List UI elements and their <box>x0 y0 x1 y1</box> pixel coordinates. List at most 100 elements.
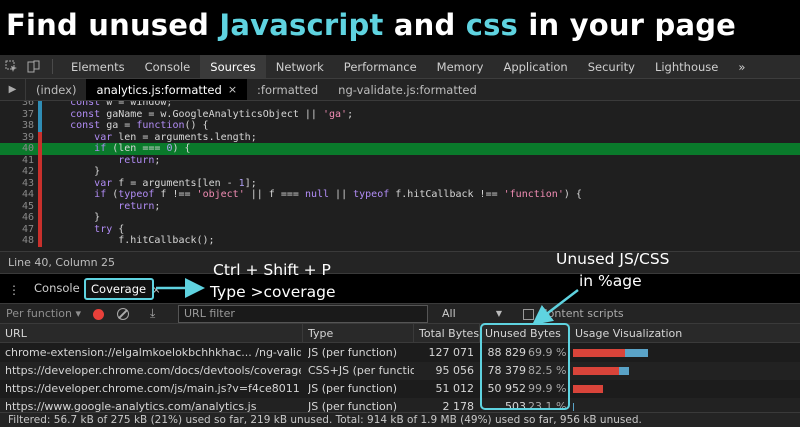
type-filter-select[interactable]: All ▼ <box>436 305 508 323</box>
cell-total-bytes: 51 012 <box>435 382 475 395</box>
tab-security[interactable]: Security <box>578 55 645 78</box>
tab-lighthouse[interactable]: Lighthouse <box>645 55 728 78</box>
line-number[interactable]: 45 <box>0 201 34 213</box>
record-icon[interactable] <box>93 309 104 320</box>
headline: Find unused Javascript and css in your p… <box>0 0 800 55</box>
line-number[interactable]: 36 <box>0 101 34 109</box>
code-editor[interactable]: 36 const w = window; 37 const gaName = w.… <box>0 101 800 251</box>
clear-icon[interactable] <box>117 308 129 320</box>
chevron-down-icon: ▼ <box>495 309 502 318</box>
line-number[interactable]: 48 <box>0 235 34 247</box>
url-filter-input[interactable]: URL filter <box>178 305 428 323</box>
cell-total-bytes: 127 071 <box>428 346 475 359</box>
line-number[interactable]: 41 <box>0 155 34 167</box>
code-line[interactable]: 47 try { <box>0 223 800 236</box>
drawer-tabs: ⋮ Console Coverage × <box>0 273 800 303</box>
col-usage-visualization[interactable]: Usage Visualization <box>570 324 800 343</box>
inspect-element-icon[interactable] <box>0 55 22 78</box>
code-line[interactable]: 37 const gaName = w.GoogleAnalyticsObjec… <box>0 108 800 121</box>
code-line[interactable]: 40 if (len === 0) { <box>0 143 800 155</box>
annotation-shortcut: Ctrl + Shift + P <box>213 261 331 279</box>
tab-network[interactable]: Network <box>266 55 334 78</box>
usage-bar <box>573 349 648 357</box>
line-number[interactable]: 40 <box>0 143 34 155</box>
coverage-marker <box>38 189 42 201</box>
line-number[interactable]: 43 <box>0 178 34 190</box>
code-line[interactable]: 36 const w = window; <box>0 101 800 109</box>
sources-file-tabs: ▶ (index) analytics.js:formatted × :forma… <box>0 79 800 101</box>
file-tab-analytics[interactable]: analytics.js:formatted × <box>86 79 248 100</box>
line-number[interactable]: 46 <box>0 212 34 224</box>
cell-url: chrome-extension://elgalmkoelokbchhkhac.… <box>5 346 301 359</box>
cell-url: https://developer.chrome.com/js/main.js?… <box>5 382 300 395</box>
file-tab-index[interactable]: (index) <box>26 79 86 100</box>
drawer-tab-console[interactable]: Console <box>34 274 80 303</box>
usage-bar <box>573 367 630 375</box>
cell-total-bytes: 95 056 <box>435 364 475 377</box>
tab-performance[interactable]: Performance <box>334 55 427 78</box>
tab-elements[interactable]: Elements <box>61 55 135 78</box>
cell-type: CSS+JS (per function) <box>308 364 414 377</box>
usage-bar-used <box>625 349 648 357</box>
code-text: } <box>46 212 101 223</box>
tab-memory[interactable]: Memory <box>427 55 494 78</box>
toggle-navigator-icon[interactable]: ▶ <box>0 79 26 100</box>
more-tabs-icon[interactable]: » <box>728 55 755 78</box>
headline-highlight-css: css <box>465 8 519 42</box>
col-total-bytes[interactable]: Total Bytes <box>414 324 480 343</box>
coverage-summary: Filtered: 56.7 kB of 275 kB (21%) used s… <box>0 412 800 427</box>
drawer-tab-coverage[interactable]: Coverage × <box>84 278 161 300</box>
line-number[interactable]: 37 <box>0 109 34 121</box>
headline-part3: in your page <box>518 8 737 42</box>
file-tab-ng-validate[interactable]: ng-validate.js:formatted <box>328 79 487 100</box>
table-row[interactable]: chrome-extension://elgalmkoelokbchhkhac.… <box>0 344 800 362</box>
code-text: } <box>46 166 101 177</box>
content-scripts-checkbox[interactable] <box>523 309 534 320</box>
code-line[interactable]: 41 return; <box>0 154 800 167</box>
line-number[interactable]: 42 <box>0 166 34 178</box>
annotation-unused-line1: Unused JS/CSS <box>556 250 670 268</box>
coverage-marker <box>38 166 42 178</box>
code-line[interactable]: 43 var f = arguments[len - 1]; <box>0 177 800 190</box>
file-tab-formatted[interactable]: :formatted <box>247 79 328 100</box>
code-text: var len = arguments.length; <box>94 131 257 143</box>
usage-bar <box>573 385 604 393</box>
export-icon[interactable]: ⤓ <box>150 306 155 321</box>
usage-bar-used <box>573 403 575 411</box>
code-text: f.hitCallback(); <box>46 235 215 246</box>
cell-type: JS (per function) <box>308 346 398 359</box>
drawer-menu-icon[interactable]: ⋮ <box>8 283 20 297</box>
usage-bar-unused <box>573 385 604 393</box>
line-number[interactable]: 38 <box>0 120 34 132</box>
line-number[interactable]: 39 <box>0 132 34 144</box>
coverage-marker <box>38 235 42 247</box>
table-header: URL Type Total Bytes Unused Bytes Usage … <box>0 324 800 343</box>
table-row[interactable]: https://developer.chrome.com/docs/devtoo… <box>0 362 800 380</box>
unused-bytes-highlight-box <box>480 323 570 410</box>
code-line[interactable]: 38 const ga = function() { <box>0 120 800 132</box>
code-line[interactable]: 39 var len = arguments.length; <box>0 131 800 144</box>
code-line[interactable]: 46 } <box>0 212 800 224</box>
line-number[interactable]: 44 <box>0 189 34 201</box>
content-scripts-label: Content scripts <box>540 307 624 320</box>
tab-application[interactable]: Application <box>493 55 577 78</box>
code-line[interactable]: 45 return; <box>0 200 800 213</box>
col-url[interactable]: URL <box>0 324 303 343</box>
tab-sources[interactable]: Sources <box>200 55 266 78</box>
close-icon[interactable]: × <box>228 83 237 96</box>
device-toolbar-icon[interactable] <box>22 55 44 78</box>
coverage-tab-label: Coverage <box>91 282 147 296</box>
code-line[interactable]: 48 f.hitCallback(); <box>0 235 800 247</box>
table-row[interactable]: https://developer.chrome.com/js/main.js?… <box>0 380 800 398</box>
line-number[interactable]: 47 <box>0 224 34 236</box>
col-type[interactable]: Type <box>303 324 414 343</box>
coverage-marker <box>38 223 42 235</box>
tab-console[interactable]: Console <box>135 55 201 78</box>
headline-part2: and <box>383 8 466 42</box>
code-line[interactable]: 44 if (typeof f !== 'object' || f === nu… <box>0 189 800 201</box>
per-function-select[interactable]: Per function ▾ <box>6 307 81 320</box>
usage-bar-used <box>619 367 630 375</box>
code-line[interactable]: 42 } <box>0 166 800 178</box>
coverage-table: URL Type Total Bytes Unused Bytes Usage … <box>0 324 800 414</box>
close-icon[interactable]: × <box>152 285 160 296</box>
